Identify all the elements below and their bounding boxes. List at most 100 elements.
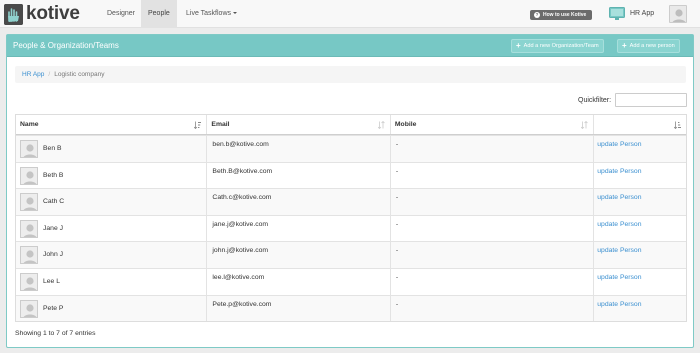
person-email: john.j@kotive.com [212,247,269,255]
user-avatar[interactable] [669,5,687,23]
table-row: Beth B Beth.B@kotive.com - update Person [16,161,686,189]
mobile-cell: - [391,268,595,295]
table-header-row: Name Email Mobile [16,115,686,135]
add-organization-button[interactable]: + Add a new Organization/Team [511,39,604,53]
person-name: Jane J [43,224,64,232]
mobile-cell: - [391,162,595,189]
column-header-email[interactable]: Email [207,115,391,134]
nav-designer[interactable]: Designer [107,0,135,28]
name-cell: Lee L [16,268,208,295]
column-header-name[interactable]: Name [16,115,208,134]
user-silhouette-icon [23,250,37,264]
person-email: jane.j@kotive.com [212,220,269,228]
update-person-link[interactable]: update Person [597,141,641,148]
person-mobile: - [395,220,399,228]
plus-icon: + [516,41,521,50]
person-avatar [20,219,38,238]
add-person-button[interactable]: + Add a new person [617,39,680,53]
chevron-down-icon [233,12,238,15]
breadcrumb-logistic-company: Logistic company [54,71,105,78]
update-person-link[interactable]: update Person [597,247,641,254]
quickfilter-label: Quickfilter: [578,97,612,104]
update-person-link[interactable]: update Person [597,168,641,175]
sort-icon [377,121,385,129]
email-cell: Cath.c@kotive.com [207,189,391,215]
quickfilter-input[interactable] [615,93,687,107]
person-mobile: - [395,141,399,148]
email-cell: ben.b@kotive.com [207,136,391,162]
email-cell: Beth.B@kotive.com [207,162,391,189]
mobile-cell: - [391,242,595,268]
person-avatar [20,193,38,212]
person-email: Cath.c@kotive.com [212,194,272,202]
table-row: Cath C Cath.c@kotive.com - update Person [16,188,686,215]
breadcrumb: HR App / Logistic company [15,66,686,83]
people-panel: People & Organization/Teams + Add a new … [6,34,694,348]
mobile-cell: - [391,189,595,215]
person-avatar [20,166,38,185]
app-monitor-icon[interactable] [609,7,625,21]
table-row: Ben B ben.b@kotive.com - update Person [16,135,686,162]
sort-descending-icon [674,121,681,129]
name-cell: John J [16,242,208,268]
person-email: Beth.B@kotive.com [212,167,273,175]
action-cell: update Person [594,242,686,268]
person-avatar [20,140,38,158]
person-avatar [20,272,38,291]
column-header-actions[interactable] [594,115,686,134]
column-header-mobile[interactable]: Mobile [391,115,595,134]
breadcrumb-hr-app[interactable]: HR App [22,71,44,78]
update-person-link[interactable]: update Person [597,301,641,308]
logo-text: kotive [26,3,80,24]
sort-ascending-icon [194,121,202,129]
people-table: Name Email Mobile Ben B ben.b@kotive.com… [15,114,687,323]
person-mobile: - [395,273,399,281]
action-cell: update Person [594,296,686,322]
name-cell: Pete P [16,295,208,322]
action-cell: update Person [594,269,686,295]
name-cell: Ben B [16,136,208,162]
action-cell: update Person [594,163,686,189]
user-silhouette-icon [23,277,37,290]
user-silhouette-icon [23,197,37,211]
email-cell: john.j@kotive.com [207,242,391,268]
action-cell: update Person [594,189,686,215]
name-cell: Jane J [16,215,208,242]
email-cell: Pete.p@kotive.com [207,295,391,322]
sort-icon [581,121,589,129]
person-mobile: - [395,300,399,308]
nav-live-taskflows[interactable]: Live Taskflows [186,0,238,28]
person-email: ben.b@kotive.com [212,141,269,148]
update-person-link[interactable]: update Person [597,274,641,281]
mobile-cell: - [391,136,595,162]
person-name: John J [43,251,64,259]
nav-people[interactable]: People [141,0,177,28]
how-to-use-button[interactable]: ? How to use Kotive [530,10,592,20]
name-cell: Cath C [16,189,208,215]
logo[interactable]: kotive [4,3,80,25]
action-cell: update Person [594,136,686,162]
email-cell: jane.j@kotive.com [207,215,391,242]
person-name: Lee L [43,277,61,285]
person-email: lee.l@kotive.com [212,273,265,281]
table-row: John J john.j@kotive.com - update Person [16,241,686,268]
table-info: Showing 1 to 7 of 7 entries [15,330,96,337]
nav-live-taskflows-label: Live Taskflows [186,10,232,17]
action-cell: update Person [594,216,686,242]
column-header-email-label: Email [211,121,230,128]
table-row: Lee L lee.l@kotive.com - update Person [16,267,686,295]
top-navbar: kotive Designer People Live Taskflows ? … [0,0,700,28]
add-organization-label: Add a new Organization/Team [523,43,599,49]
email-cell: lee.l@kotive.com [207,268,391,295]
update-person-link[interactable]: update Person [597,194,641,201]
person-mobile: - [395,247,399,255]
table-row: Jane J jane.j@kotive.com - update Person [16,214,686,242]
how-to-use-label: How to use Kotive [543,12,587,18]
person-name: Cath C [43,198,65,206]
user-silhouette-icon [672,9,686,22]
update-person-link[interactable]: update Person [597,221,641,228]
breadcrumb-separator: / [48,71,51,78]
app-name[interactable]: HR App [630,0,654,28]
user-silhouette-icon [23,303,37,317]
question-icon: ? [534,12,540,18]
